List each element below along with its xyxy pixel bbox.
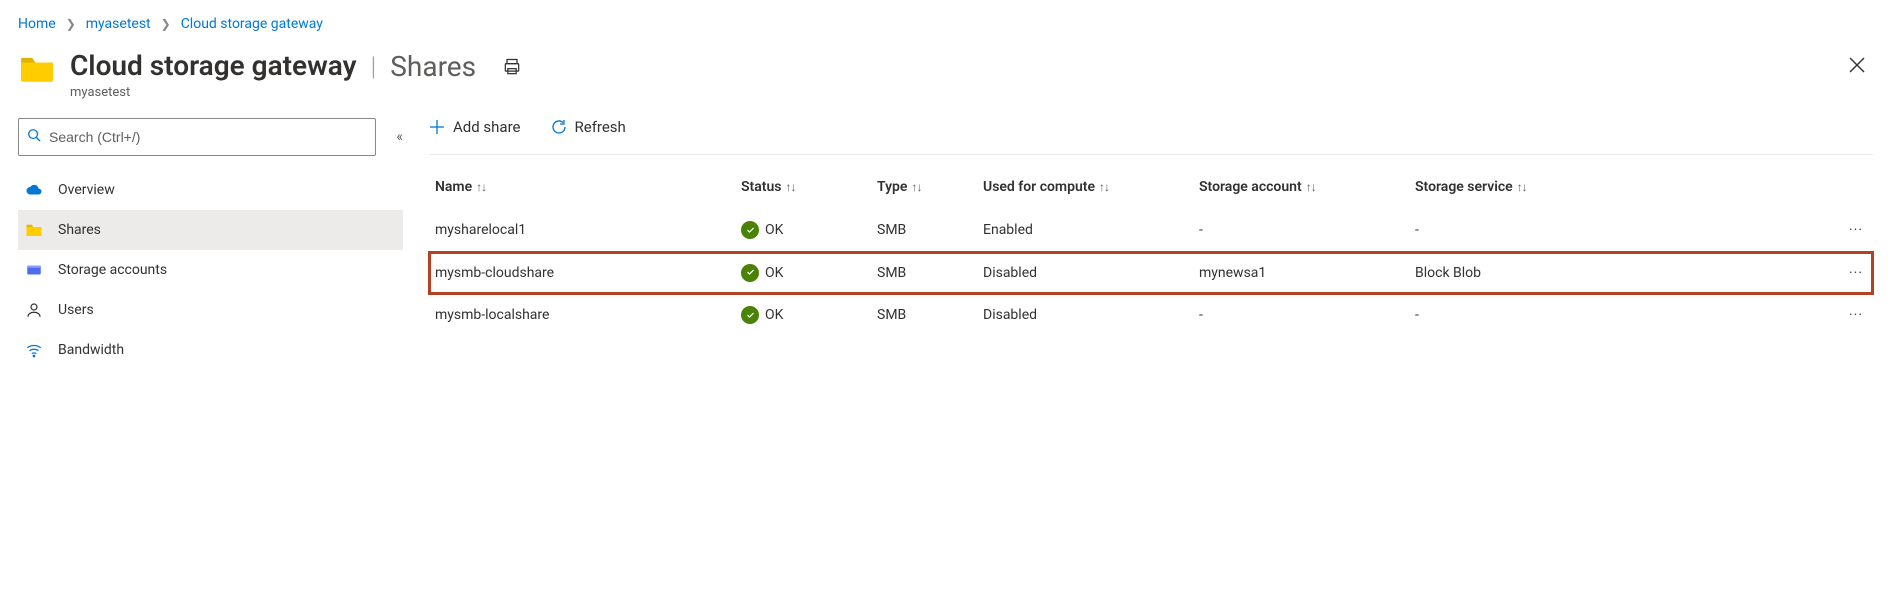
sort-icon: ↑↓	[1099, 180, 1109, 194]
search-icon	[27, 128, 41, 146]
cloud-icon	[24, 180, 44, 200]
row-actions-icon[interactable]: ···	[1817, 252, 1873, 295]
sidebar-item-label: Shares	[58, 222, 101, 238]
close-icon[interactable]	[1841, 50, 1873, 83]
toolbar-label: Refresh	[575, 118, 626, 136]
toolbar: Add share Refresh	[429, 118, 1873, 155]
cell-compute: Disabled	[977, 252, 1193, 295]
sort-icon: ↑↓	[911, 180, 921, 194]
user-icon	[24, 300, 44, 320]
print-icon[interactable]	[502, 57, 522, 77]
table-row[interactable]: mysmb-cloudshareOKSMBDisabledmynewsa1Blo…	[429, 252, 1873, 295]
table-row[interactable]: mysharelocal1OKSMBEnabled--···	[429, 209, 1873, 252]
plus-icon	[429, 119, 445, 135]
column-header-service[interactable]: Storage service↑↓	[1409, 161, 1817, 209]
page-title: Cloud storage gateway	[70, 50, 357, 82]
breadcrumb: Home ❯ myasetest ❯ Cloud storage gateway	[18, 16, 1873, 32]
sort-icon: ↑↓	[476, 180, 486, 194]
cell-service: -	[1409, 209, 1817, 252]
refresh-button[interactable]: Refresh	[551, 118, 626, 136]
cell-name: mysmb-localshare	[429, 294, 735, 337]
cell-account: -	[1193, 209, 1409, 252]
sidebar-item-overview[interactable]: Overview	[18, 170, 403, 210]
cell-status: OK	[735, 294, 871, 337]
cell-type: SMB	[871, 209, 977, 252]
sidebar-item-label: Storage accounts	[58, 262, 167, 278]
ok-icon	[741, 221, 759, 239]
sort-icon: ↑↓	[1517, 180, 1527, 194]
sidebar-item-shares[interactable]: Shares	[18, 210, 403, 250]
table-row[interactable]: mysmb-localshareOKSMBDisabled--···	[429, 294, 1873, 337]
cell-status: OK	[735, 252, 871, 295]
sidebar: « Overview Shares	[18, 118, 403, 370]
page-subtitle: myasetest	[70, 85, 1827, 100]
cell-status: OK	[735, 209, 871, 252]
cell-service: -	[1409, 294, 1817, 337]
page-section: Shares	[390, 50, 476, 83]
row-actions-icon[interactable]: ···	[1817, 209, 1873, 252]
refresh-icon	[551, 119, 567, 135]
sidebar-item-label: Users	[58, 302, 94, 318]
toolbar-label: Add share	[453, 118, 521, 136]
search-input[interactable]	[47, 128, 367, 146]
ok-icon	[741, 306, 759, 324]
sidebar-item-bandwidth[interactable]: Bandwidth	[18, 330, 403, 370]
folder-icon	[24, 220, 44, 240]
cell-name: mysharelocal1	[429, 209, 735, 252]
column-header-compute[interactable]: Used for compute↑↓	[977, 161, 1193, 209]
sort-icon: ↑↓	[1306, 180, 1316, 194]
folder-icon	[18, 50, 56, 88]
column-header-name[interactable]: Name↑↓	[429, 161, 735, 209]
cell-service: Block Blob	[1409, 252, 1817, 295]
chevron-right-icon: ❯	[66, 17, 76, 31]
sidebar-item-label: Bandwidth	[58, 342, 124, 358]
storage-icon	[24, 260, 44, 280]
cell-account: mynewsa1	[1193, 252, 1409, 295]
row-actions-icon[interactable]: ···	[1817, 294, 1873, 337]
search-input-wrapper[interactable]	[18, 118, 376, 156]
cell-name: mysmb-cloudshare	[429, 252, 735, 295]
wifi-icon	[24, 340, 44, 360]
chevron-right-icon: ❯	[161, 17, 171, 31]
ok-icon	[741, 264, 759, 282]
cell-compute: Enabled	[977, 209, 1193, 252]
breadcrumb-item-home[interactable]: Home	[18, 16, 56, 32]
column-header-type[interactable]: Type↑↓	[871, 161, 977, 209]
sidebar-item-users[interactable]: Users	[18, 290, 403, 330]
sidebar-item-label: Overview	[58, 182, 115, 198]
sidebar-item-storage-accounts[interactable]: Storage accounts	[18, 250, 403, 290]
breadcrumb-item-current[interactable]: Cloud storage gateway	[181, 16, 323, 32]
sort-icon: ↑↓	[785, 180, 795, 194]
cell-type: SMB	[871, 294, 977, 337]
main-panel: Add share Refresh Name↑↓ Status↑↓	[403, 118, 1873, 370]
shares-table: Name↑↓ Status↑↓ Type↑↓ Used for compute↑…	[429, 161, 1873, 337]
add-share-button[interactable]: Add share	[429, 118, 521, 136]
cell-account: -	[1193, 294, 1409, 337]
page-header: Cloud storage gateway | Shares myasetest	[18, 50, 1873, 100]
column-header-status[interactable]: Status↑↓	[735, 161, 871, 209]
cell-compute: Disabled	[977, 294, 1193, 337]
collapse-sidebar-icon[interactable]: «	[396, 129, 403, 145]
cell-type: SMB	[871, 252, 977, 295]
breadcrumb-item-resource[interactable]: myasetest	[86, 16, 151, 32]
column-header-account[interactable]: Storage account↑↓	[1193, 161, 1409, 209]
